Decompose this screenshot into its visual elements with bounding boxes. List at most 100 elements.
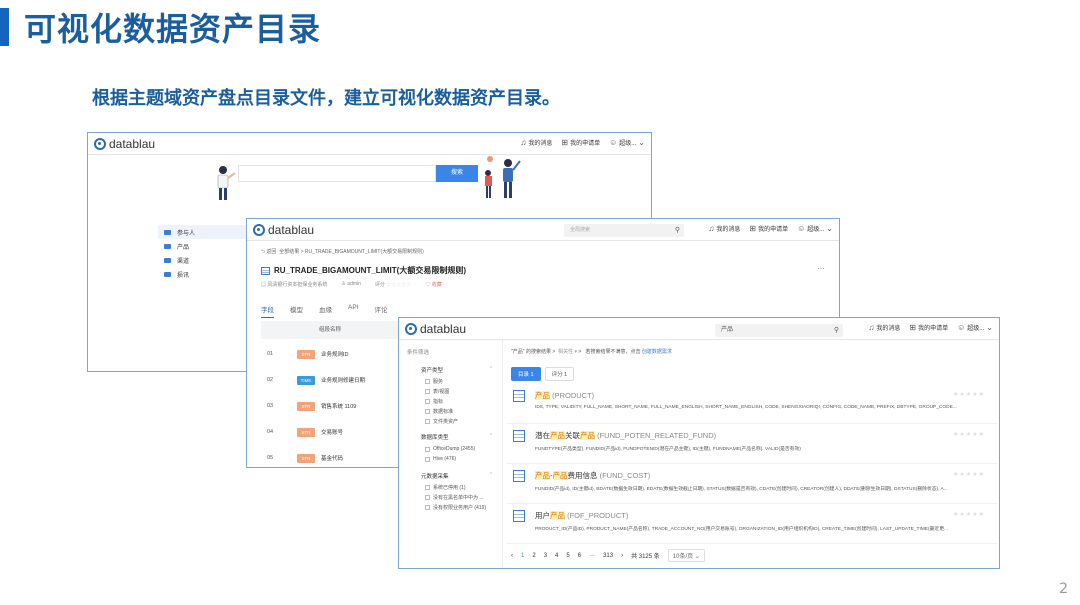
checkbox[interactable] [425, 495, 430, 500]
nav-user[interactable]: ☺ 超级... ⌄ [797, 224, 833, 233]
nav-messages[interactable]: ♫ 我的消息 [868, 323, 900, 332]
page-6[interactable]: 6 [578, 553, 581, 559]
page-size-label: 10条/页 [672, 554, 694, 560]
create-request-link[interactable]: 创建数据需求 [642, 349, 672, 355]
nav-messages[interactable]: ♫ 我的消息 [708, 224, 740, 233]
search-icon[interactable]: ⚲ [675, 224, 680, 237]
filter-option[interactable]: 没有在黑名单中中为 ... [425, 494, 484, 501]
app-logo[interactable]: datablau [405, 322, 466, 336]
sidebar-item-participant[interactable]: 参与人 [158, 225, 248, 239]
nav-user[interactable]: ☺ 超级... ⌄ [957, 323, 993, 332]
tab-api[interactable]: API [348, 304, 358, 318]
breadcrumb-path[interactable]: 全部结果 > RU_TRADE_BIGAMOUNT_LIMIT(大额交易限制规则… [279, 249, 424, 255]
filter-option[interactable]: 文件类资产 [425, 418, 458, 425]
checkbox[interactable] [425, 456, 430, 462]
title-highlight: 产品 [552, 471, 568, 480]
checkbox[interactable] [425, 379, 430, 384]
page-4[interactable]: 4 [555, 553, 558, 559]
filter-option[interactable]: 数据标准 [425, 408, 453, 415]
checkbox[interactable] [425, 389, 430, 394]
sort-select[interactable]: 相关性 ▾ [558, 349, 577, 355]
result-card[interactable]: 产品-产品费用信息 (FUND_COST) FUNDID(产品id), ID(主… [507, 466, 997, 504]
checkbox[interactable] [425, 505, 430, 510]
tab-catalog[interactable]: 目录 1 [511, 367, 541, 381]
page-2[interactable]: 2 [532, 553, 535, 559]
filter-option-label: 表/视图 [433, 389, 450, 395]
nav-requests[interactable]: ⊞ 我的申请单 [909, 323, 948, 332]
result-title[interactable]: 用户产品 (FOF_PRODUCT) [535, 510, 628, 521]
nav-user[interactable]: ☺ 超级... ⌄ [609, 138, 645, 147]
nav-messages[interactable]: ♫ 我的消息 [520, 138, 552, 147]
search-icon[interactable]: ⚲ [834, 324, 839, 337]
table-row[interactable]: 03 STR 销售系统 1109 [261, 397, 401, 415]
filter-option[interactable]: 没有权限业务用户 (419) [425, 504, 486, 511]
filter-option[interactable]: OfficeDump (2455) [425, 446, 475, 452]
table-row[interactable]: 01 STR 业务规则ID [261, 345, 401, 363]
filter-option[interactable]: 表/视图 [425, 388, 449, 395]
checkbox[interactable] [425, 485, 430, 490]
nav-messages-label: 我的消息 [528, 141, 553, 147]
checkbox[interactable] [425, 399, 430, 404]
checkbox[interactable] [425, 446, 430, 452]
filter-option[interactable]: 服务 [425, 378, 443, 385]
nav-requests-label: 我的申请单 [570, 141, 601, 147]
tab-lineage[interactable]: 血缘 [319, 304, 332, 318]
filter-option[interactable]: 系统已停用 (1) [425, 484, 466, 491]
page-number: 2 [1059, 581, 1068, 597]
page-1[interactable]: 1 [521, 553, 524, 559]
filter-group-db-type[interactable]: 数据库类型 ⌃ [421, 433, 493, 441]
chevron-up-icon[interactable]: ⌃ [489, 433, 493, 439]
filter-group-asset-type[interactable]: 资产类型 ⌃ [421, 366, 493, 374]
prev-page-icon[interactable]: ‹ [511, 553, 513, 559]
table-row[interactable]: 02 TIME 业务规则修建日期 [261, 371, 401, 389]
nav-requests[interactable]: ⊞ 我的申请单 [749, 224, 788, 233]
app-logo[interactable]: datablau [253, 223, 314, 237]
table-row[interactable]: 05 STR 基金代码 [261, 449, 401, 467]
result-card[interactable]: 产品 (PRODUCT) IDS, TYPE, VALIDITY, FULL_N… [507, 386, 997, 424]
result-card[interactable]: 用户产品 (FOF_PRODUCT) PRODUCT_ID(产品ID), PRO… [507, 506, 997, 544]
result-title[interactable]: 潜在产品关联产品 (FUND_POTEN_RELATED_FUND) [535, 430, 716, 441]
filter-option[interactable]: 指标 [425, 398, 443, 405]
result-title[interactable]: 产品 (PRODUCT) [535, 390, 594, 401]
favorite-button[interactable]: ♡ 收藏 [425, 281, 441, 288]
tab-rating[interactable]: 评分 1 [544, 367, 575, 381]
sidebar-item-channel[interactable]: 渠道 [158, 253, 248, 267]
search-button[interactable]: 搜索 [436, 165, 478, 182]
top-nav: ♫ 我的消息 ⊞ 我的申请单 ☺ 超级... ⌄ [868, 323, 993, 332]
page-313[interactable]: 313 [603, 553, 613, 559]
checkbox[interactable] [425, 409, 430, 414]
filter-option-label: 服务 [433, 379, 444, 385]
back-link[interactable]: ⮌ 返回 [261, 249, 276, 255]
meta-rating[interactable]: 评分 ☆☆☆☆☆ [375, 281, 411, 288]
row-number: 02 [267, 377, 274, 383]
app-logo[interactable]: datablau [94, 137, 155, 151]
checkbox[interactable] [425, 419, 430, 424]
filter-option[interactable]: Hive (476) [425, 456, 456, 462]
chevron-up-icon[interactable]: ⌃ [489, 366, 493, 372]
page-size-select[interactable]: 10条/页 ⌄ [667, 549, 705, 562]
top-nav: ♫ 我的消息 ⊞ 我的申请单 ☺ 超级... ⌄ [520, 138, 645, 147]
tab-model[interactable]: 模型 [290, 304, 303, 318]
search-input[interactable] [238, 165, 436, 182]
table-row[interactable]: 04 STR 交易账号 [261, 423, 401, 441]
more-icon[interactable]: ··· [817, 264, 825, 273]
heart-icon: ♡ [425, 282, 431, 288]
result-card[interactable]: 潜在产品关联产品 (FUND_POTEN_RELATED_FUND) FUNDT… [507, 426, 997, 464]
page-5[interactable]: 5 [566, 553, 569, 559]
page-3[interactable]: 3 [544, 553, 547, 559]
chevron-up-icon[interactable]: ⌃ [489, 472, 493, 478]
sidebar-item-info[interactable]: 损讯 [158, 267, 248, 281]
sidebar-item-label: 产品 [177, 244, 190, 251]
tab-fields[interactable]: 字段 [261, 304, 274, 318]
page-ellipsis[interactable]: ··· [589, 553, 595, 559]
global-search-input[interactable]: 全局搜索 ⚲ [564, 224, 684, 237]
result-title[interactable]: 产品-产品费用信息 (FUND_COST) [535, 470, 650, 481]
search-input[interactable]: 产品 ⚲ [715, 324, 843, 337]
nav-requests[interactable]: ⊞ 我的申请单 [561, 138, 600, 147]
logo-text: datablau [420, 322, 467, 336]
tab-comments[interactable]: 评论 [374, 304, 387, 318]
filter-group-metadata[interactable]: 元数据采集 ⌃ [421, 472, 493, 480]
next-page-icon[interactable]: › [621, 553, 623, 559]
field-name: 业务规则ID [321, 352, 349, 358]
sidebar-item-product[interactable]: 产品 [158, 239, 248, 253]
